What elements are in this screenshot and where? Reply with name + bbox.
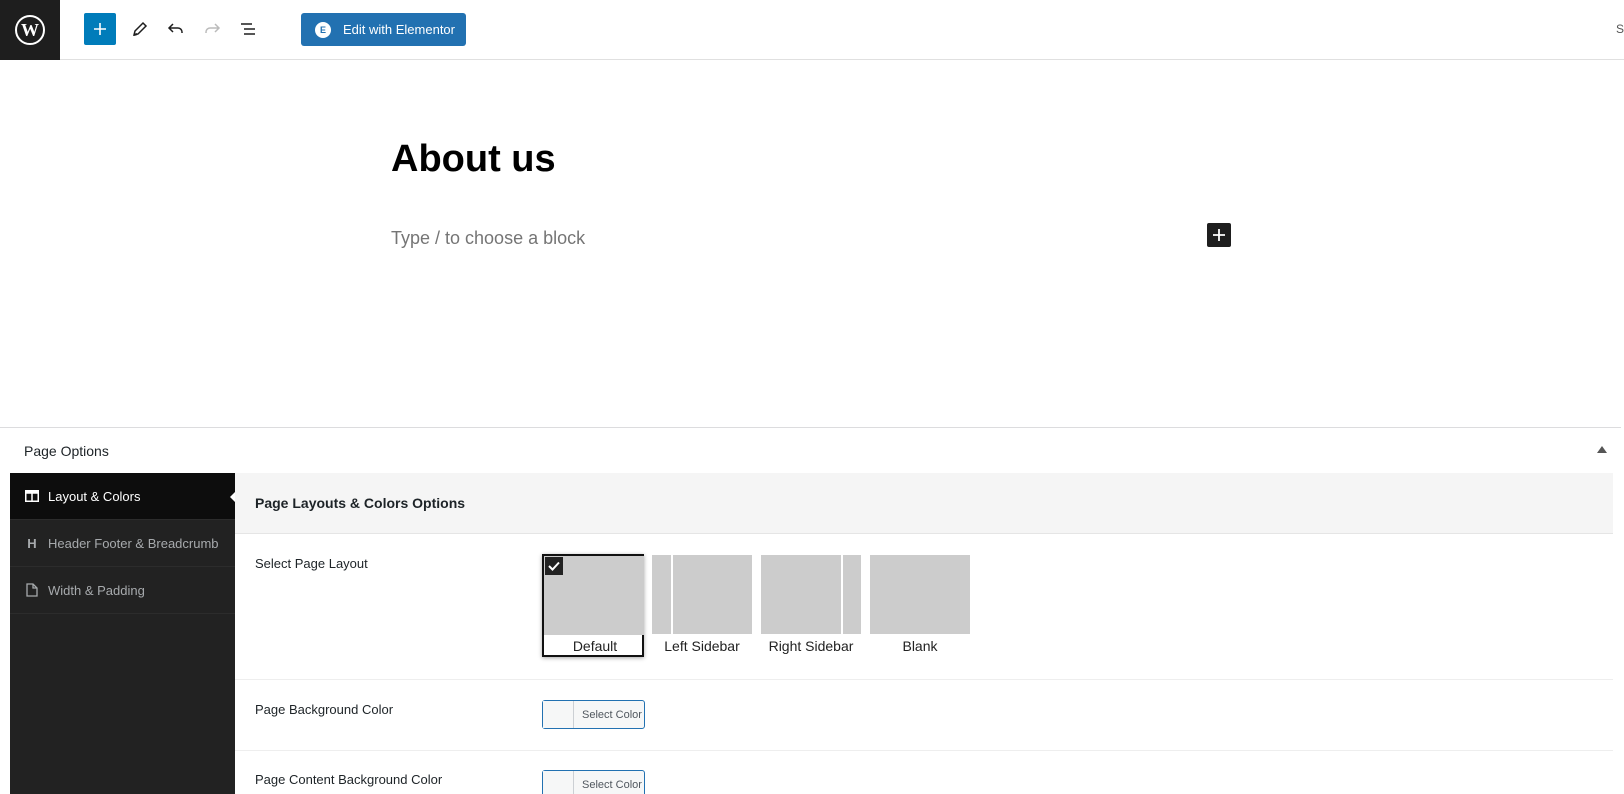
sidebar-item-label: Layout & Colors: [48, 488, 141, 504]
redo-icon: [205, 23, 221, 33]
layout-thumbnail: [761, 555, 861, 634]
layout-caption: Left Sidebar: [664, 638, 740, 654]
add-block-button[interactable]: [84, 13, 116, 45]
options-sidebar: Layout & Colors H Header Footer & Breadc…: [10, 473, 236, 794]
color-swatch: [543, 701, 574, 728]
page-title[interactable]: About us: [391, 138, 556, 181]
block-placeholder[interactable]: Type / to choose a block: [391, 228, 585, 249]
page-content-background-color-label: Page Content Background Color: [255, 772, 443, 787]
layout-option-left-sidebar[interactable]: Left Sidebar: [651, 554, 753, 657]
sidebar-divider: [841, 555, 843, 634]
page-layout-row: Select Page Layout Default Left Sidebar: [235, 534, 1613, 680]
edit-with-elementor-button[interactable]: E Edit with Elementor: [301, 13, 466, 46]
layout-caption: Right Sidebar: [768, 638, 854, 654]
sidebar-item-layout-colors[interactable]: Layout & Colors: [10, 473, 236, 520]
layout-option-right-sidebar[interactable]: Right Sidebar: [760, 554, 862, 657]
color-swatch: [543, 771, 574, 794]
sidebar-divider: [671, 555, 673, 634]
page-icon: [24, 582, 40, 598]
panel-heading: Page Layouts & Colors Options: [235, 473, 1613, 534]
page-options-metabox: Page Options Layout & Colors H Header Fo…: [0, 427, 1621, 794]
undo-icon: [167, 23, 183, 33]
undo-button[interactable]: [160, 13, 192, 45]
layout-option-default[interactable]: Default: [542, 554, 644, 657]
heading-icon: H: [27, 535, 37, 551]
layout-option-blank[interactable]: Blank: [869, 554, 971, 657]
document-overview-button[interactable]: [233, 13, 265, 45]
toolbar-edge-text: S: [1615, 22, 1624, 36]
options-panel: Page Layouts & Colors Options Select Pag…: [235, 473, 1613, 794]
sidebar-item-label: Header Footer & Breadcrumb: [48, 535, 219, 551]
plus-icon: [1213, 229, 1225, 241]
metabox-title: Page Options: [24, 443, 109, 459]
check-icon: [545, 557, 563, 575]
collapse-arrow-icon[interactable]: [1597, 446, 1607, 453]
elementor-icon: E: [315, 21, 331, 38]
editor-toolbar: W E Edit with Elementor S: [0, 0, 1624, 60]
sidebar-item-header-footer-breadcrumb[interactable]: H Header Footer & Breadcrumb: [10, 520, 235, 567]
layout-icon: [24, 488, 40, 504]
page-background-color-row: Page Background Color Select Color: [235, 680, 1613, 751]
svg-text:W: W: [21, 20, 39, 40]
sidebar-item-width-padding[interactable]: Width & Padding: [10, 567, 235, 614]
layout-thumbnail: [652, 555, 752, 634]
page-background-color-picker[interactable]: Select Color: [542, 700, 645, 729]
edit-tools-button[interactable]: [124, 13, 156, 45]
page-layout-label: Select Page Layout: [255, 556, 368, 571]
wordpress-logo-icon[interactable]: W: [0, 0, 60, 60]
block-inserter-button[interactable]: [1207, 223, 1231, 247]
layout-caption: Default: [572, 638, 618, 654]
page-background-color-label: Page Background Color: [255, 702, 394, 717]
select-color-label: Select Color: [582, 778, 642, 791]
metabox-header[interactable]: Page Options: [0, 428, 1621, 473]
list-view-icon: [241, 23, 255, 35]
edit-with-elementor-label: Edit with Elementor: [343, 22, 455, 37]
page-content-background-color-picker[interactable]: Select Color: [542, 770, 645, 794]
layout-thumbnail: [870, 555, 970, 634]
sidebar-item-label: Width & Padding: [48, 582, 145, 598]
page-content-background-color-row: Page Content Background Color Select Col…: [235, 751, 1613, 794]
layout-options: Default Left Sidebar Right Sidebar Blank: [542, 554, 978, 657]
pencil-icon: [132, 21, 148, 37]
select-color-label: Select Color: [582, 708, 642, 721]
layout-caption: Blank: [902, 638, 938, 654]
redo-button[interactable]: [196, 13, 228, 45]
